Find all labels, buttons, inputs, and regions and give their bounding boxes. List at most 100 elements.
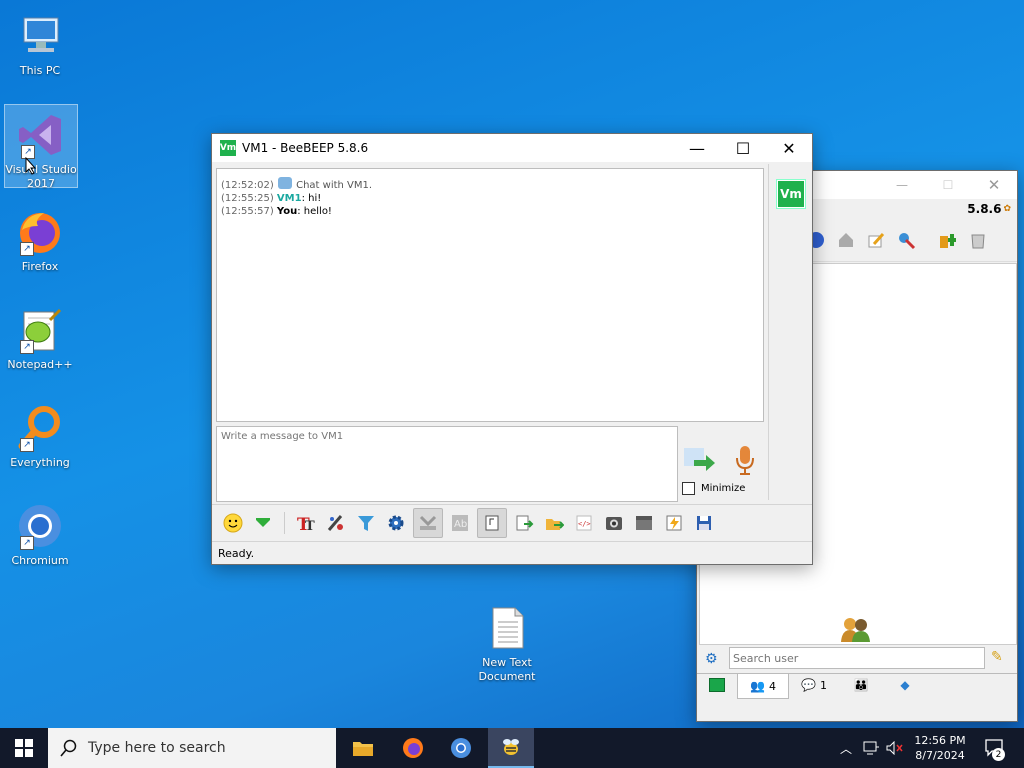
tab-groups[interactable]: 👪	[839, 674, 883, 696]
taskbar-beebeep[interactable]	[488, 728, 534, 768]
gear-icon[interactable]: ⚙	[705, 651, 718, 667]
start-button[interactable]	[0, 728, 48, 768]
svg-text:Ab: Ab	[454, 519, 467, 530]
maximize-button[interactable]: ☐	[720, 134, 766, 162]
computer-icon	[16, 12, 64, 60]
chevron-down-icon[interactable]	[250, 510, 276, 536]
save-chat-icon[interactable]	[413, 508, 443, 538]
minimize-button[interactable]: —	[674, 134, 720, 162]
tab-status[interactable]	[697, 674, 737, 696]
tab-count: 4	[768, 679, 776, 693]
tab-count: 1	[819, 678, 827, 692]
desktop-icon-label: This PC	[19, 64, 61, 77]
spell-check-icon[interactable]: Ab	[447, 510, 473, 536]
html-code-icon[interactable]: </>	[571, 510, 597, 536]
taskbar-firefox[interactable]	[390, 728, 436, 768]
message-row: (12:55:25) VM1: hi!	[221, 192, 372, 205]
desktop-icon-label: Firefox	[21, 260, 59, 273]
message-row: (12:52:02) Chat with VM1.	[221, 177, 372, 192]
microphone-icon	[736, 446, 754, 475]
shortcut-arrow-icon: ↗	[20, 438, 34, 452]
member-avatar[interactable]: Vm	[776, 179, 806, 209]
folder-icon	[353, 742, 373, 756]
tab-shares[interactable]: ◆	[883, 674, 927, 696]
message-text: : hi!	[301, 193, 322, 204]
desktop-icon-this-pc[interactable]: This PC	[4, 6, 76, 77]
filter-icon[interactable]	[353, 510, 379, 536]
taskbar-chromium[interactable]	[438, 728, 484, 768]
desktop-icon-label: Visual Studio	[5, 163, 77, 176]
chat-window: Vm VM1 - BeeBEEP 5.8.6 — ☐ ✕ (12:52:02) …	[211, 133, 813, 565]
minimize-checkbox-row: Minimize	[682, 482, 745, 495]
message-time: (12:52:02)	[221, 180, 274, 191]
save-floppy-icon[interactable]	[691, 510, 717, 536]
share-icon: ◆	[900, 678, 910, 692]
message-input[interactable]	[216, 426, 678, 502]
broom-icon[interactable]: ✎	[991, 649, 1003, 665]
font-color-icon[interactable]	[323, 510, 349, 536]
send-folder-icon[interactable]	[541, 510, 567, 536]
minimize-label: Minimize	[701, 483, 746, 494]
close-button[interactable]: ✕	[971, 171, 1017, 199]
chat-messages-area: (12:52:02) Chat with VM1. (12:55:25) VM1…	[216, 168, 764, 422]
desktop-icon-firefox[interactable]: ↗ Firefox	[4, 202, 76, 274]
clock-time: 12:56 PM	[914, 734, 966, 747]
status-bar: Ready.	[212, 541, 812, 564]
desktop-icon-new-text-document[interactable]: New Text Document	[470, 598, 544, 683]
status-text: Ready.	[218, 546, 255, 560]
search-user-input[interactable]	[729, 647, 985, 669]
message-time: (12:55:25)	[221, 193, 274, 204]
desktop-icon-chromium[interactable]: ↗ Chromium	[4, 496, 76, 568]
minimize-button[interactable]: —	[879, 171, 925, 199]
close-button[interactable]: ✕	[766, 134, 812, 162]
clock-date: 8/7/2024	[915, 749, 965, 762]
network-icon[interactable]	[860, 728, 882, 768]
chat-toolbar: TT Ab </>	[212, 504, 812, 541]
voice-message-button[interactable]	[734, 444, 756, 479]
message-row: (12:55:57) You: hello!	[221, 205, 372, 218]
vm-badge-icon: Vm	[220, 140, 236, 156]
show-hidden-icons-chevron-icon[interactable]: ︿	[836, 728, 856, 768]
taskbar-search-box[interactable]: Type here to search	[48, 728, 336, 768]
clock[interactable]: 12:56 PM 8/7/2024	[906, 728, 974, 768]
minimize-checkbox[interactable]	[682, 482, 695, 495]
flash-note-icon[interactable]	[661, 510, 687, 536]
tab-chats[interactable]: 💬 1	[789, 674, 839, 696]
notification-badge: 2	[992, 748, 1005, 761]
desktop-icon-everything[interactable]: ↗ Everything	[4, 398, 76, 470]
emoticon-icon[interactable]	[220, 510, 246, 536]
bee-icon: ✿	[1003, 204, 1011, 214]
desktop-icon-label: Everything	[10, 456, 70, 469]
desktop-icon-visual-studio[interactable]: ↗ Visual Studio 2017	[4, 104, 78, 190]
tab-users[interactable]: 👥 4	[737, 674, 789, 699]
home-icon[interactable]	[833, 227, 859, 253]
notification-center-button[interactable]: 2	[980, 728, 1010, 768]
export-file-icon[interactable]	[511, 510, 537, 536]
note-icon[interactable]	[477, 508, 507, 538]
volume-muted-icon[interactable]	[884, 728, 906, 768]
message-list: (12:52:02) Chat with VM1. (12:55:25) VM1…	[221, 177, 372, 218]
desktop-icon-notepadpp[interactable]: ↗ Notepad++	[4, 300, 76, 372]
message-text: Chat with VM1.	[296, 180, 373, 191]
users-icon: 👥	[750, 679, 765, 693]
tools-icon[interactable]	[893, 227, 919, 253]
edit-icon[interactable]	[863, 227, 889, 253]
taskbar-file-explorer[interactable]	[340, 728, 386, 768]
groups-icon: 👪	[853, 678, 869, 692]
status-green-icon	[709, 678, 725, 692]
settings-gear-icon[interactable]	[383, 510, 409, 536]
clear-history-icon[interactable]	[631, 510, 657, 536]
send-button[interactable]	[682, 444, 716, 477]
window-title: VM1 - BeeBEEP 5.8.6	[242, 141, 369, 155]
chat-bubbles-icon: 💬	[801, 678, 816, 692]
font-icon[interactable]: TT	[293, 510, 319, 536]
screenshot-camera-icon[interactable]	[601, 510, 627, 536]
search-icon	[60, 739, 77, 757]
network-tree-icon[interactable]	[935, 227, 961, 253]
chat-bubble-icon	[277, 177, 292, 189]
trash-icon[interactable]	[965, 227, 991, 253]
send-arrow-icon	[684, 448, 715, 471]
svg-text:T: T	[305, 519, 315, 533]
maximize-button[interactable]: ☐	[925, 171, 971, 199]
message-sender: You	[276, 206, 298, 217]
